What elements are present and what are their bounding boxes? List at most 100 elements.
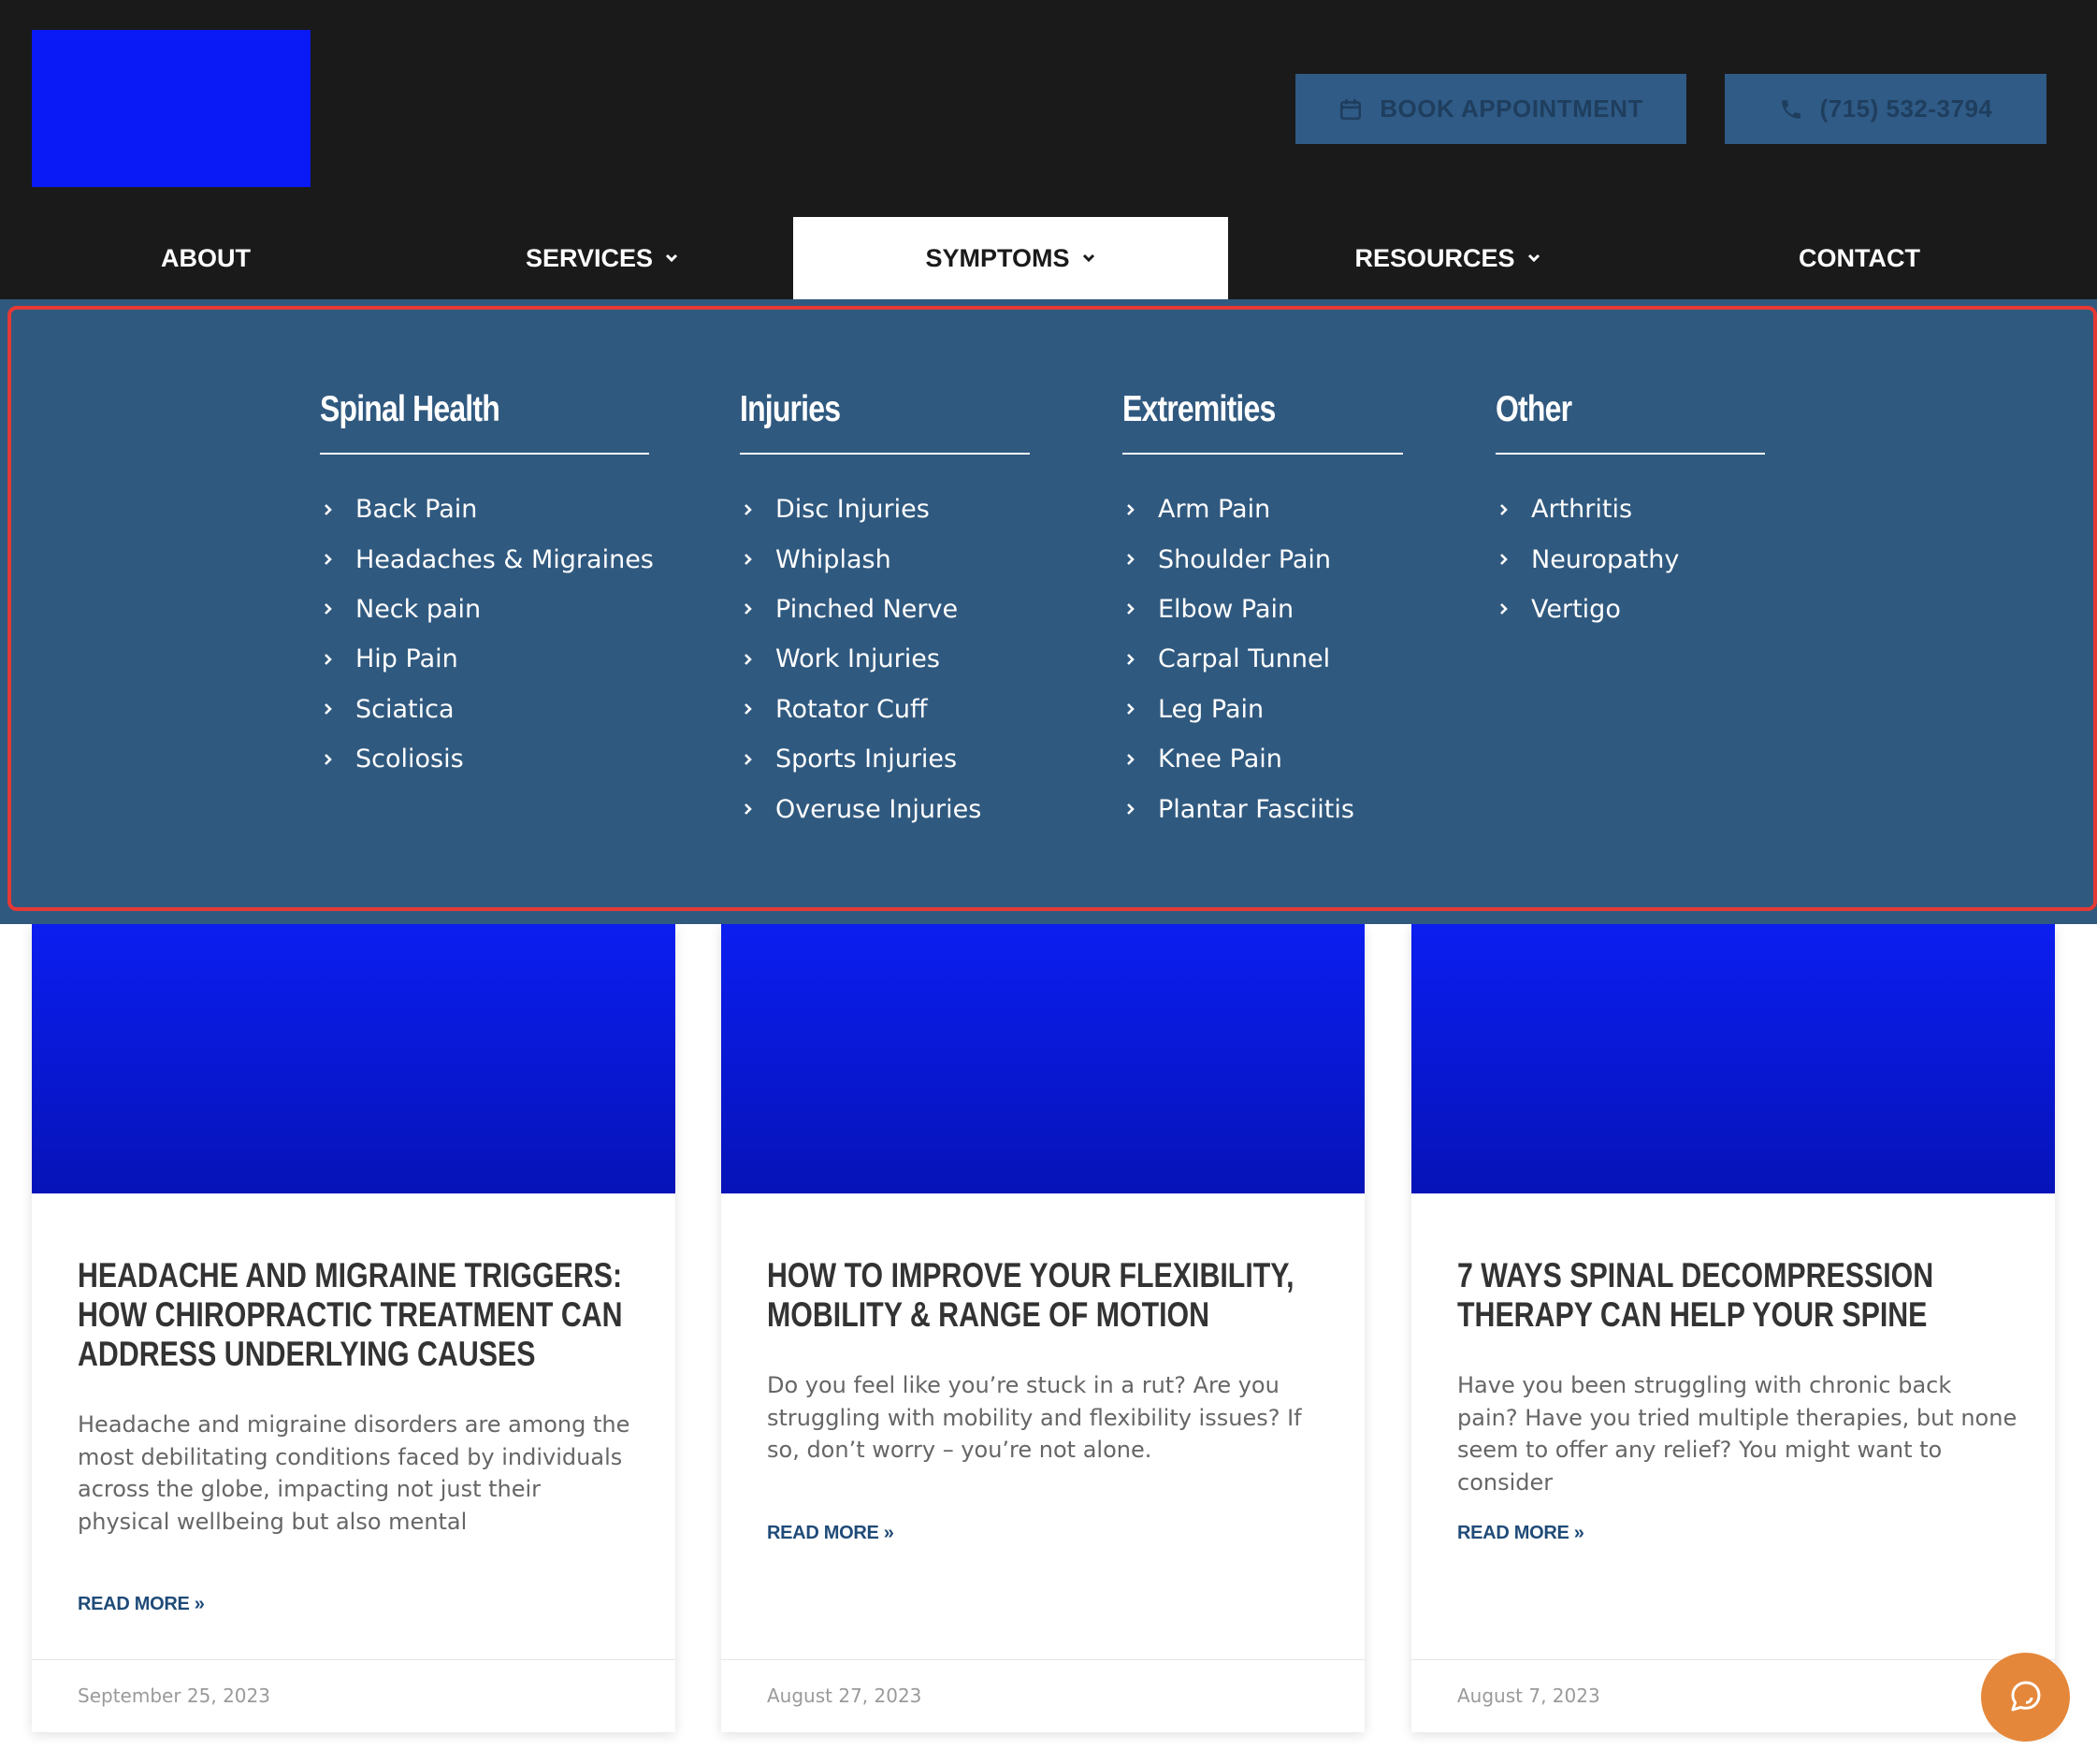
menu-item[interactable]: Arm Pain xyxy=(1122,484,1403,534)
menu-item[interactable]: Vertigo xyxy=(1496,585,1765,634)
chevron-right-icon xyxy=(1127,603,1135,615)
post-card: Headache and Migraine Triggers: How Chir… xyxy=(32,924,675,1732)
menu-item[interactable]: Elbow Pain xyxy=(1122,585,1403,634)
chevron-right-icon xyxy=(325,554,332,565)
column-divider xyxy=(320,453,649,455)
post-title[interactable]: Headache and Migraine Triggers: How Chir… xyxy=(78,1256,638,1374)
post-title[interactable]: How to Improve Your Flexibility, Mobilit… xyxy=(767,1256,1327,1335)
post-date: August 7, 2023 xyxy=(1457,1684,1600,1707)
chevron-right-icon xyxy=(745,603,752,615)
nav-contact[interactable]: CONTACT xyxy=(1668,217,2051,299)
menu-item-label: Neck pain xyxy=(355,594,482,624)
chevron-right-icon xyxy=(1500,603,1508,615)
post-thumbnail[interactable] xyxy=(1411,924,2055,1193)
column-divider xyxy=(1122,453,1403,455)
menu-item-label: Work Injuries xyxy=(775,644,940,674)
menu-item-label: Scoliosis xyxy=(355,745,464,774)
phone-button[interactable]: (715) 532-3794 xyxy=(1725,74,2046,144)
menu-item[interactable]: Sciatica xyxy=(320,685,649,734)
menu-item[interactable]: Overuse Injuries xyxy=(740,784,1030,833)
chevron-right-icon xyxy=(745,554,752,565)
read-more-link[interactable]: READ MORE » xyxy=(78,1594,205,1615)
post-thumbnail[interactable] xyxy=(721,924,1365,1193)
calendar-icon xyxy=(1340,98,1362,120)
nav-resources[interactable]: RESOURCES xyxy=(1228,217,1668,299)
menu-item-label: Rotator Cuff xyxy=(775,694,928,724)
menu-item-label: Sports Injuries xyxy=(775,745,958,774)
chevron-down-icon xyxy=(1527,253,1540,263)
menu-column-title: Other xyxy=(1496,389,1572,429)
menu-column-list: Arm Pain Shoulder Pain Elbow Pain Carpal… xyxy=(1122,484,1403,834)
chevron-right-icon xyxy=(325,653,332,665)
post-title[interactable]: 7 Ways Spinal Decompression Therapy Can … xyxy=(1457,1256,2017,1335)
menu-item[interactable]: Hip Pain xyxy=(320,634,649,684)
menu-item[interactable]: Scoliosis xyxy=(320,734,649,784)
menu-item[interactable]: Leg Pain xyxy=(1122,685,1403,734)
chevron-right-icon xyxy=(1127,753,1135,765)
chevron-right-icon xyxy=(745,653,752,665)
book-appointment-button[interactable]: BOOK APPOINTMENT xyxy=(1295,74,1686,144)
menu-item[interactable]: Whiplash xyxy=(740,534,1030,584)
menu-column-spinal-health: Spinal Health Back Pain Headaches & Migr… xyxy=(320,383,654,784)
menu-item-label: Elbow Pain xyxy=(1158,594,1294,624)
menu-item[interactable]: Neck pain xyxy=(320,585,649,634)
read-more-link[interactable]: READ MORE » xyxy=(767,1523,894,1544)
menu-item-label: Sciatica xyxy=(355,694,455,724)
nav-contact-label: CONTACT xyxy=(1799,243,1920,272)
post-footer: August 7, 2023 xyxy=(1411,1659,2055,1732)
column-divider xyxy=(740,453,1030,455)
menu-item-label: Back Pain xyxy=(355,495,478,525)
book-appointment-label: BOOK APPOINTMENT xyxy=(1380,94,1643,123)
menu-item[interactable]: Disc Injuries xyxy=(740,484,1030,534)
menu-column-title: Extremities xyxy=(1122,389,1276,429)
post-card: 7 Ways Spinal Decompression Therapy Can … xyxy=(1411,924,2055,1732)
menu-item[interactable]: Plantar Fasciitis xyxy=(1122,784,1403,833)
chevron-right-icon xyxy=(1500,554,1508,565)
menu-item[interactable]: Back Pain xyxy=(320,484,649,534)
menu-item-label: Knee Pain xyxy=(1158,745,1282,774)
menu-item[interactable]: Work Injuries xyxy=(740,634,1030,684)
menu-item-label: Pinched Nerve xyxy=(775,594,959,624)
chevron-right-icon xyxy=(325,503,332,515)
menu-item-label: Plantar Fasciitis xyxy=(1158,794,1354,824)
menu-item[interactable]: Neuropathy xyxy=(1496,534,1765,584)
chat-bubble-icon xyxy=(2011,1681,2040,1711)
post-date: August 27, 2023 xyxy=(767,1684,922,1707)
menu-item-label: Vertigo xyxy=(1531,594,1621,624)
menu-item[interactable]: Pinched Nerve xyxy=(740,585,1030,634)
site-logo[interactable] xyxy=(32,30,311,187)
post-footer: August 27, 2023 xyxy=(721,1659,1365,1732)
menu-column-title: Injuries xyxy=(740,389,841,429)
chat-button[interactable] xyxy=(1981,1653,2070,1742)
chevron-right-icon xyxy=(1127,554,1135,565)
chevron-right-icon xyxy=(745,753,752,765)
menu-item-label: Leg Pain xyxy=(1158,694,1265,724)
chevron-right-icon xyxy=(325,703,332,716)
menu-item[interactable]: Arthritis xyxy=(1496,484,1765,534)
menu-item[interactable]: Sports Injuries xyxy=(740,734,1030,784)
post-thumbnail[interactable] xyxy=(32,924,675,1193)
menu-item-label: Shoulder Pain xyxy=(1158,544,1332,574)
menu-item-label: Whiplash xyxy=(775,544,891,574)
menu-item[interactable]: Shoulder Pain xyxy=(1122,534,1403,584)
menu-column-extremities: Extremities Arm Pain Shoulder Pain Elbow… xyxy=(1122,383,1403,834)
menu-item[interactable]: Rotator Cuff xyxy=(740,685,1030,734)
chevron-right-icon xyxy=(1500,503,1508,515)
read-more-link[interactable]: READ MORE » xyxy=(1457,1523,1584,1544)
menu-item[interactable]: Knee Pain xyxy=(1122,734,1403,784)
post-excerpt: Headache and migraine disorders are amon… xyxy=(78,1411,630,1535)
chevron-right-icon xyxy=(325,603,332,615)
chevron-down-icon xyxy=(1082,253,1094,263)
symptoms-mega-menu xyxy=(0,299,2097,924)
menu-item-label: Arthritis xyxy=(1531,495,1633,525)
menu-item-label: Hip Pain xyxy=(355,644,458,674)
menu-item[interactable]: Carpal Tunnel xyxy=(1122,634,1403,684)
nav-services[interactable]: SERVICES xyxy=(412,217,793,299)
menu-item[interactable]: Headaches & Migraines xyxy=(320,534,654,584)
nav-symptoms[interactable]: SYMPTOMS xyxy=(793,217,1228,299)
chevron-right-icon xyxy=(1127,503,1135,515)
chevron-right-icon xyxy=(745,803,752,815)
post-excerpt: Do you feel like you’re stuck in a rut? … xyxy=(767,1372,1302,1463)
post-card: How to Improve Your Flexibility, Mobilit… xyxy=(721,924,1365,1732)
nav-about[interactable]: ABOUT xyxy=(0,217,412,299)
